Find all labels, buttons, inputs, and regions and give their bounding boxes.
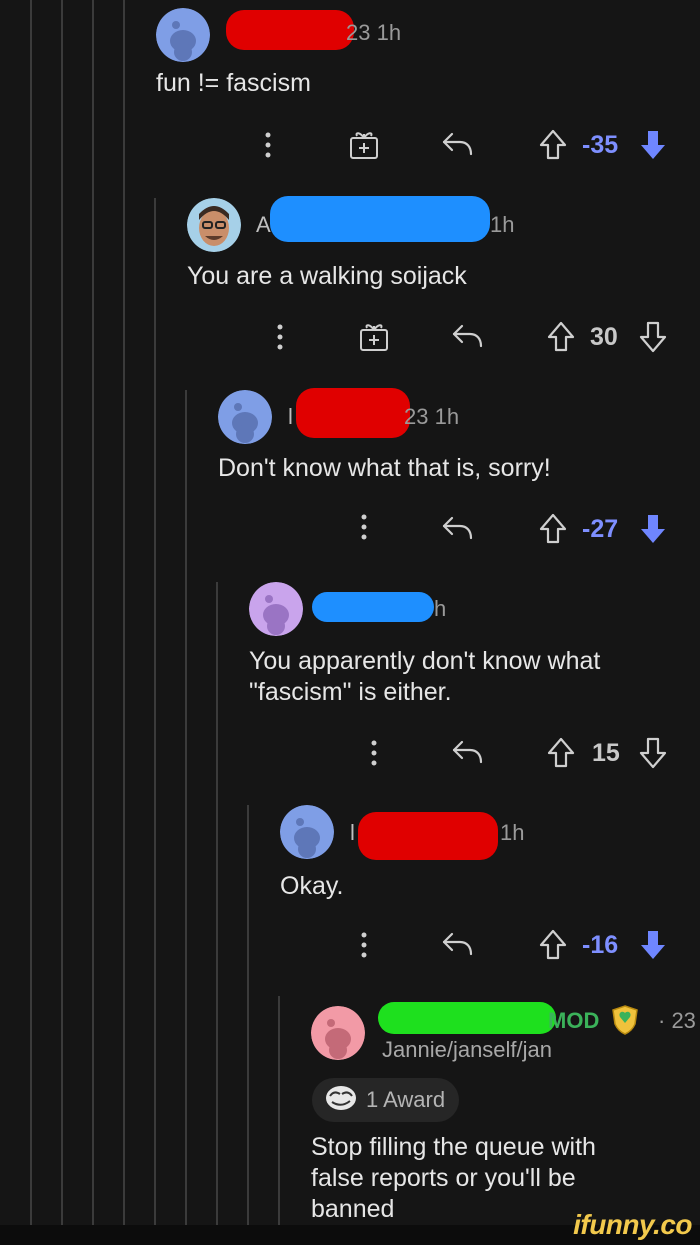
thread-line [123, 0, 125, 1225]
reply-icon[interactable] [440, 512, 474, 549]
reply-icon[interactable] [450, 320, 484, 357]
comment-body: You apparently don't know what "fascism"… [249, 646, 600, 708]
thread-line [185, 390, 187, 1225]
award-gift-icon[interactable] [358, 320, 390, 357]
redacted-username [296, 388, 410, 438]
comment-body: fun != fascism [156, 69, 311, 97]
comment-meta: 23 1h [404, 404, 460, 429]
snoo-avatar[interactable] [280, 805, 334, 859]
comment-body-line: "fascism" is either. [249, 678, 452, 706]
award-chip[interactable]: 1 Award [312, 1078, 460, 1122]
comment-body: Okay. [280, 872, 344, 900]
redacted-username [358, 812, 498, 860]
upvote-icon[interactable] [538, 128, 568, 167]
redacted-username [378, 1002, 556, 1034]
reply-icon[interactable] [440, 928, 474, 965]
comment-body: Stop filling the queue with false report… [311, 1132, 596, 1225]
ifunny-watermark: ifunny.co [573, 1209, 692, 1240]
score: 30 [590, 323, 618, 351]
username-initial: l [288, 404, 293, 429]
more-options-icon[interactable] [368, 738, 380, 773]
award-count: 1 Award [366, 1087, 446, 1112]
downvote-active-icon[interactable] [638, 128, 668, 167]
award-icon [324, 1084, 358, 1117]
snoo-avatar[interactable] [218, 390, 272, 444]
comment-body-line: Stop filling the queue with [311, 1133, 596, 1161]
more-options-icon[interactable] [262, 130, 274, 165]
more-options-icon[interactable] [274, 322, 286, 357]
redacted-username [270, 196, 490, 242]
username-initial: l [350, 820, 355, 845]
redacted-username [312, 592, 434, 622]
reply-icon[interactable] [440, 128, 474, 165]
thread-line [278, 996, 280, 1225]
user-avatar[interactable] [187, 198, 241, 252]
comment-body-line: banned [311, 1195, 395, 1223]
award-gift-icon[interactable] [348, 128, 380, 165]
upvote-icon[interactable] [538, 928, 568, 967]
snoo-avatar[interactable] [249, 582, 303, 636]
thread-line [216, 582, 218, 1225]
redacted-username [226, 10, 354, 50]
username-initial: A [256, 212, 271, 237]
downvote-icon[interactable] [638, 320, 668, 359]
thread-line [30, 0, 32, 1225]
comment-meta: h [434, 596, 447, 621]
downvote-active-icon[interactable] [638, 928, 668, 967]
score: 15 [592, 739, 620, 767]
comment-time: · 23 [658, 1008, 696, 1033]
thread-line [92, 0, 94, 1225]
comment-body-line: false reports or you'll be [311, 1164, 576, 1192]
thread-line [154, 198, 156, 1225]
comment-meta: 23 1h [346, 20, 402, 45]
upvote-icon[interactable] [546, 736, 576, 775]
reply-icon[interactable] [450, 736, 484, 773]
upvote-icon[interactable] [538, 512, 568, 551]
score: -35 [582, 131, 619, 159]
comment-body: Don't know what that is, sorry! [218, 454, 551, 482]
comment-body-line: You apparently don't know what [249, 647, 601, 675]
comment-meta: 1h [500, 820, 525, 845]
score: -27 [582, 515, 619, 543]
comment-meta: 1h [490, 212, 515, 237]
thread-line [247, 805, 249, 1225]
snoo-avatar[interactable] [156, 8, 210, 62]
more-options-icon[interactable] [358, 512, 370, 547]
user-flair: Jannie/janself/jan [382, 1037, 553, 1062]
mod-badge: MOD [548, 1008, 600, 1033]
downvote-icon[interactable] [638, 736, 668, 775]
mod-shield-icon [610, 1004, 640, 1041]
more-options-icon[interactable] [358, 930, 370, 965]
upvote-icon[interactable] [546, 320, 576, 359]
comment-body: You are a walking soijack [187, 262, 467, 290]
snoo-avatar[interactable] [311, 1006, 365, 1060]
score: -16 [582, 931, 619, 959]
downvote-active-icon[interactable] [638, 512, 668, 551]
thread-line [61, 0, 63, 1225]
